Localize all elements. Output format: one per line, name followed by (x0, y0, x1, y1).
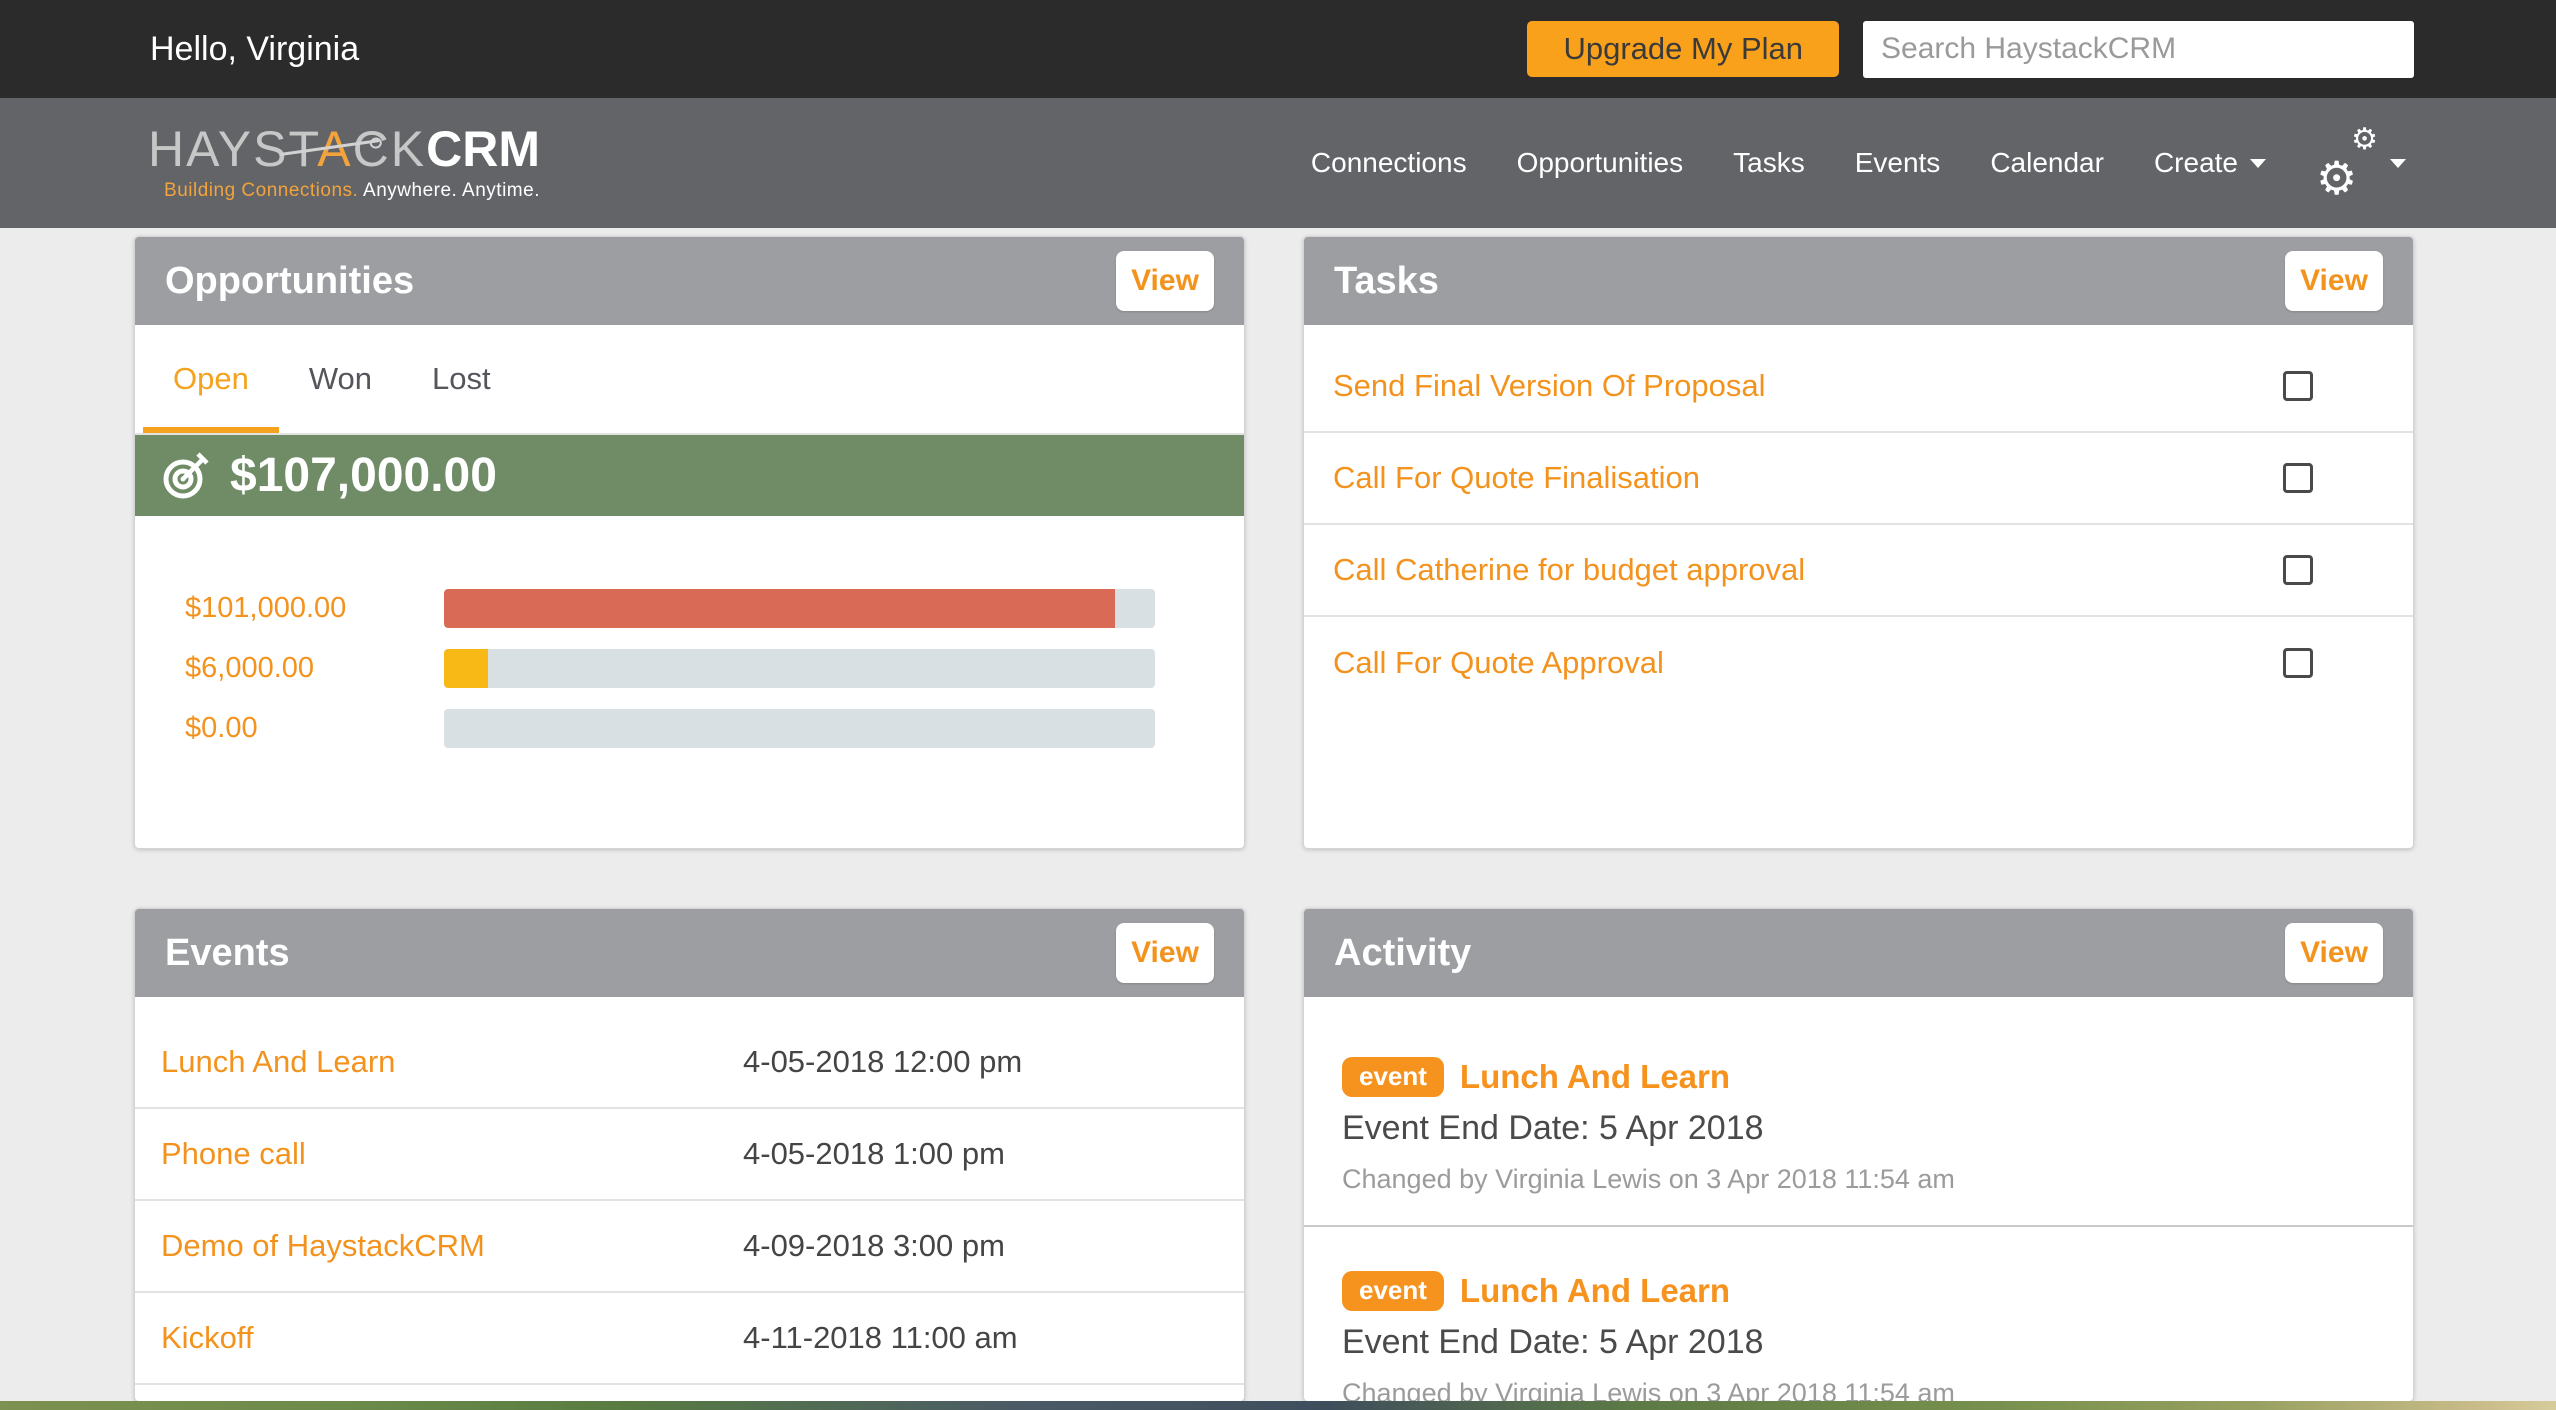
background-photo-strip (0, 1401, 2556, 1410)
opportunities-tabs: Open Won Lost (135, 325, 1244, 435)
opportunities-title: Opportunities (165, 260, 414, 303)
bar-track (444, 589, 1155, 628)
tasks-title: Tasks (1334, 260, 1439, 303)
settings-menu[interactable]: ⚙ ⚙ (2316, 133, 2406, 193)
bar-row: $0.00 (185, 709, 1155, 748)
logo-word-mid: CK (353, 121, 426, 177)
settings-gears-icon: ⚙ ⚙ (2316, 133, 2378, 193)
task-link[interactable]: Call For Quote Approval (1333, 645, 1664, 681)
activity-detail: Event End Date: 5 Apr 2018 (1342, 1109, 2375, 1148)
event-link[interactable]: Lunch And Learn (161, 1044, 743, 1080)
events-card-header: Events View (135, 909, 1244, 997)
task-checkbox[interactable] (2283, 555, 2313, 585)
bar-track (444, 709, 1155, 748)
event-row: Lunch And Learn 4-05-2018 12:00 pm (135, 1017, 1244, 1109)
nav-item-calendar[interactable]: Calendar (1990, 147, 2104, 179)
nav-item-tasks[interactable]: Tasks (1733, 147, 1805, 179)
activity-detail: Event End Date: 5 Apr 2018 (1342, 1323, 2375, 1362)
bar-fill (444, 649, 488, 688)
haystackcrm-logo[interactable]: HAYSTACKCRM Building Connections. Anywhe… (148, 124, 540, 202)
view-activity-button[interactable]: View (2285, 923, 2383, 983)
activity-card: Activity View event Lunch And Learn Even… (1303, 908, 2414, 1402)
event-row: Phone call 4-05-2018 1:00 pm (135, 1109, 1244, 1201)
dashboard: Opportunities View Open Won Lost $107,00… (0, 228, 2556, 1402)
bar-label: $6,000.00 (185, 652, 444, 685)
activity-meta: Changed by Virginia Lewis on 3 Apr 2018 … (1342, 1164, 2375, 1195)
activity-event-link[interactable]: Lunch And Learn (1460, 1058, 1730, 1096)
event-list: Lunch And Learn 4-05-2018 12:00 pm Phone… (135, 997, 1244, 1385)
view-events-button[interactable]: View (1116, 923, 1214, 983)
tab-open[interactable]: Open (143, 325, 279, 433)
opportunities-card: Opportunities View Open Won Lost $107,00… (134, 236, 1245, 849)
nav-item-opportunities[interactable]: Opportunities (1517, 147, 1684, 179)
task-link[interactable]: Call For Quote Finalisation (1333, 460, 1700, 496)
bar-row: $6,000.00 (185, 649, 1155, 688)
task-row: Call For Quote Finalisation (1304, 433, 2413, 525)
bar-row: $101,000.00 (185, 589, 1155, 628)
task-link[interactable]: Call Catherine for budget approval (1333, 552, 1805, 588)
nav-item-create[interactable]: Create (2154, 147, 2266, 179)
bar-label: $101,000.00 (185, 592, 444, 625)
opportunities-bars: $101,000.00 $6,000.00 $0.00 (135, 589, 1244, 748)
logo-word-start: HAYST (148, 121, 317, 177)
event-datetime: 4-09-2018 3:00 pm (743, 1228, 1005, 1264)
chevron-down-icon (2390, 159, 2406, 168)
event-row: Kickoff 4-11-2018 11:00 am (135, 1293, 1244, 1385)
event-datetime: 4-11-2018 11:00 am (743, 1320, 1018, 1356)
event-link[interactable]: Kickoff (161, 1320, 743, 1356)
target-arrow-icon (162, 452, 210, 500)
tasks-card-header: Tasks View (1304, 237, 2413, 325)
navbar: HAYSTACKCRM Building Connections. Anywhe… (0, 98, 2556, 228)
activity-entry: event Lunch And Learn Event End Date: 5 … (1304, 1227, 2413, 1401)
tasks-card: Tasks View Send Final Version Of Proposa… (1303, 236, 2414, 849)
task-checkbox[interactable] (2283, 371, 2313, 401)
open-total-banner: $107,000.00 (135, 435, 1244, 516)
activity-title: Activity (1334, 932, 1471, 975)
event-type-badge: event (1342, 1057, 1444, 1097)
bar-label: $0.00 (185, 712, 444, 745)
event-type-badge: event (1342, 1271, 1444, 1311)
task-list: Send Final Version Of Proposal Call For … (1304, 325, 2413, 709)
events-card: Events View Lunch And Learn 4-05-2018 12… (134, 908, 1245, 1402)
event-link[interactable]: Phone call (161, 1136, 743, 1172)
search-input[interactable] (1863, 21, 2414, 78)
task-row: Call For Quote Approval (1304, 617, 2413, 709)
tab-lost[interactable]: Lost (402, 325, 521, 433)
view-opportunities-button[interactable]: View (1116, 251, 1214, 311)
opportunities-card-header: Opportunities View (135, 237, 1244, 325)
upgrade-plan-button[interactable]: Upgrade My Plan (1527, 21, 1839, 77)
task-row: Send Final Version Of Proposal (1304, 341, 2413, 433)
event-datetime: 4-05-2018 12:00 pm (743, 1044, 1022, 1080)
activity-meta: Changed by Virginia Lewis on 3 Apr 2018 … (1342, 1378, 2375, 1401)
task-row: Call Catherine for budget approval (1304, 525, 2413, 617)
topbar: Hello, Virginia Upgrade My Plan (0, 0, 2556, 98)
activity-entry: event Lunch And Learn Event End Date: 5 … (1304, 997, 2413, 1227)
tab-won[interactable]: Won (279, 325, 402, 433)
activity-event-link[interactable]: Lunch And Learn (1460, 1272, 1730, 1310)
logo-word-bold: CRM (426, 121, 540, 177)
event-row: Demo of HaystackCRM 4-09-2018 3:00 pm (135, 1201, 1244, 1293)
nav-item-events[interactable]: Events (1855, 147, 1941, 179)
events-title: Events (165, 932, 290, 975)
open-total-amount: $107,000.00 (230, 448, 497, 503)
greeting: Hello, Virginia (150, 30, 359, 69)
activity-card-header: Activity View (1304, 909, 2413, 997)
logo-tagline: Building Connections. Anywhere. Anytime. (148, 180, 540, 202)
nav-menu: Connections Opportunities Tasks Events C… (1311, 133, 2406, 193)
event-link[interactable]: Demo of HaystackCRM (161, 1228, 743, 1264)
nav-item-connections[interactable]: Connections (1311, 147, 1467, 179)
bar-fill (444, 589, 1115, 628)
task-link[interactable]: Send Final Version Of Proposal (1333, 368, 1766, 404)
event-datetime: 4-05-2018 1:00 pm (743, 1136, 1005, 1172)
chevron-down-icon (2250, 159, 2266, 168)
topbar-right: Upgrade My Plan (1527, 21, 2414, 78)
bar-track (444, 649, 1155, 688)
task-checkbox[interactable] (2283, 648, 2313, 678)
task-checkbox[interactable] (2283, 463, 2313, 493)
view-tasks-button[interactable]: View (2285, 251, 2383, 311)
